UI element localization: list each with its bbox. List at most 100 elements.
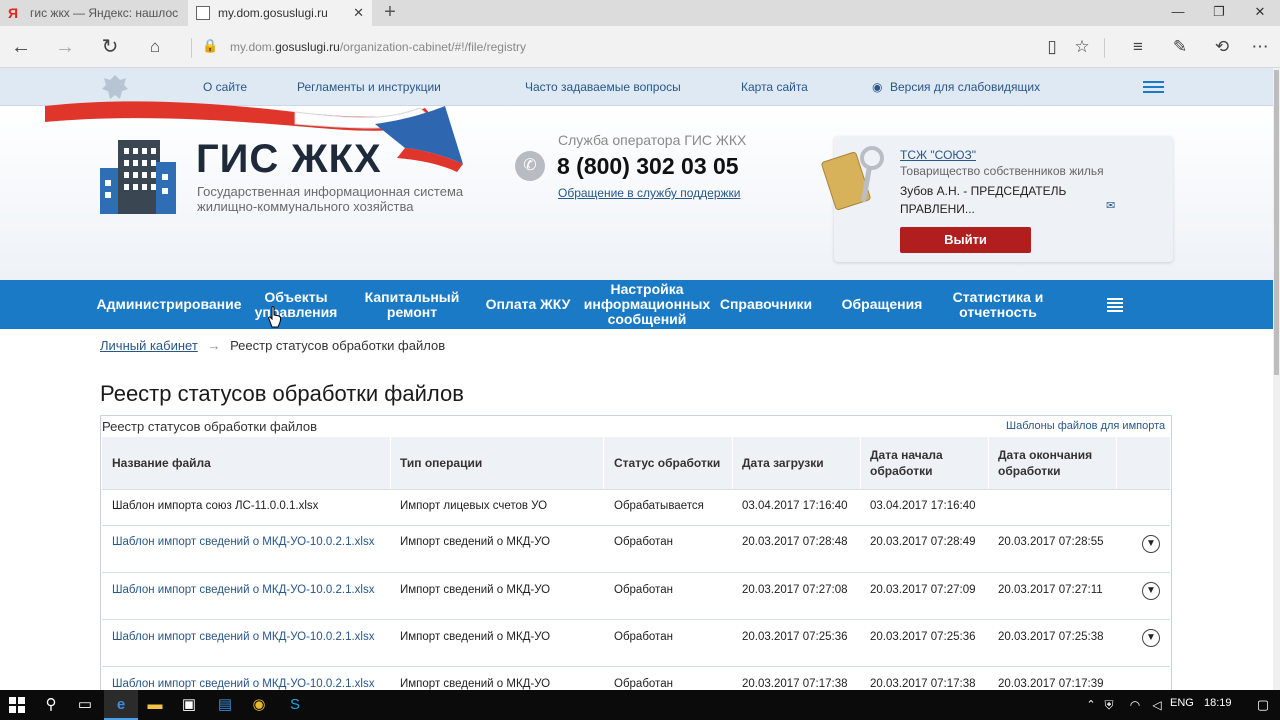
home-icon[interactable]: ⌂ (140, 34, 170, 60)
phone-icon: ✆ (515, 151, 545, 181)
yandex-icon: Я (8, 5, 19, 21)
edge-browser-icon[interactable]: e (104, 690, 138, 720)
browser-tab-gosuslugi[interactable]: my.dom.gosuslugi.ru ✕ (188, 0, 372, 26)
close-tab-icon[interactable]: ✕ (178, 5, 186, 21)
organization-type: Товарищество собственников жилья (900, 164, 1104, 178)
forward-icon[interactable]: → (50, 34, 80, 60)
mail-icon[interactable]: ✉ (1106, 199, 1115, 212)
hub-icon[interactable]: ≡ (1124, 35, 1152, 59)
coat-of-arms-icon (98, 71, 132, 103)
processing-status: Обработан (614, 678, 673, 690)
end-date: 20.03.2017 07:27:11 (998, 584, 1103, 596)
nav-directories[interactable]: Справочники (718, 280, 814, 329)
operation-type: Импорт сведений о МКД-УО (400, 584, 551, 596)
divider (860, 437, 861, 489)
nav-management-objects[interactable]: Объекты управления (252, 280, 340, 329)
file-name-link[interactable]: Шаблон импорт сведений о МКД-УО-10.0.2.1… (112, 584, 374, 596)
divider (603, 437, 604, 489)
restore-icon[interactable]: ❐ (1201, 0, 1237, 26)
skype-icon[interactable]: S (278, 690, 312, 720)
scrollbar-thumb[interactable] (1274, 70, 1279, 375)
upload-date: 20.03.2017 07:28:48 (742, 536, 848, 548)
column-header-file-name[interactable]: Название файла (112, 437, 382, 489)
close-tab-icon[interactable]: ✕ (343, 5, 364, 21)
back-icon[interactable]: ← (6, 34, 36, 60)
photos-icon[interactable]: ▤ (208, 690, 242, 720)
upload-date: 03.04.2017 17:16:40 (742, 500, 848, 512)
logo-title[interactable]: ГИС ЖКХ (196, 137, 382, 182)
service-title: Служба оператора ГИС ЖКХ (558, 132, 747, 148)
search-icon[interactable]: ⚲ (34, 690, 68, 720)
browser-tab-yandex[interactable]: Я гис жкх — Яндекс: нашлос ✕ (0, 0, 186, 26)
chevron-down-icon[interactable]: ▼ (1142, 535, 1160, 553)
minimize-icon[interactable]: — (1160, 0, 1196, 26)
volume-icon[interactable]: ◁ (1140, 690, 1174, 720)
close-window-icon[interactable]: ✕ (1242, 0, 1278, 26)
file-name: Шаблон импорта союз ЛС-11.0.0.1.xlsx (112, 500, 319, 512)
upload-date: 20.03.2017 07:25:36 (742, 631, 848, 643)
web-note-icon[interactable]: ✎ (1166, 35, 1194, 59)
logo-subtitle: Государственная информационная система ж… (197, 184, 464, 214)
eye-icon: ◉ (872, 80, 883, 94)
organization-name-link[interactable]: ТСЖ "СОЮЗ" (900, 148, 976, 162)
keys-icon (820, 142, 890, 212)
link-sitemap[interactable]: Карта сайта (741, 80, 808, 94)
new-tab-button[interactable]: + (378, 2, 402, 24)
divider (1116, 437, 1117, 489)
nav-appeals[interactable]: Обращения (836, 280, 928, 329)
keyboard-language[interactable]: ENG (1170, 697, 1194, 709)
nav-statistics-reports[interactable]: Статистика и отчетность (944, 280, 1052, 329)
column-header-start-date[interactable]: Дата начала обработки (870, 437, 982, 489)
breadcrumb-home-link[interactable]: Личный кабинет (100, 338, 198, 353)
service-phone: 8 (800) 302 03 05 (557, 153, 739, 179)
nav-capital-repair[interactable]: Капитальный ремонт (362, 280, 462, 329)
link-regulations[interactable]: Регламенты и инструкции (297, 80, 441, 94)
notifications-icon[interactable]: ▢ (1246, 690, 1280, 720)
favorite-star-icon[interactable]: ☆ (1068, 35, 1096, 59)
operation-type: Импорт сведений о МКД-УО (400, 678, 551, 690)
chevron-down-icon[interactable]: ▼ (1142, 629, 1160, 647)
upload-date: 20.03.2017 07:27:08 (742, 584, 848, 596)
import-templates-link[interactable]: Шаблоны файлов для импорта (1006, 420, 1165, 432)
task-view-icon[interactable]: ▭ (68, 690, 102, 720)
nav-message-settings[interactable]: Настройка информационных сообщений (584, 280, 710, 329)
file-explorer-icon[interactable]: ▬ (138, 690, 172, 720)
clock[interactable]: 18:19 (1204, 697, 1232, 709)
file-name-link[interactable]: Шаблон импорт сведений о МКД-УО-10.0.2.1… (112, 678, 374, 690)
support-request-link[interactable]: Обращение в службу поддержки (558, 186, 741, 200)
start-date: 03.04.2017 17:16:40 (870, 500, 976, 512)
column-header-end-date[interactable]: Дата окончания обработки (998, 437, 1110, 489)
column-header-operation[interactable]: Тип операции (400, 437, 600, 489)
file-name-link[interactable]: Шаблон импорт сведений о МКД-УО-10.0.2.1… (112, 536, 374, 548)
url-field[interactable]: my.dom.gosuslugi.ru/organization-cabinet… (230, 40, 526, 54)
start-date: 20.03.2017 07:28:49 (870, 536, 976, 548)
more-icon[interactable]: ⋯ (1246, 35, 1274, 59)
start-date: 20.03.2017 07:25:36 (870, 631, 976, 643)
chrome-icon[interactable]: ◉ (242, 690, 276, 720)
chevron-down-icon[interactable]: ▼ (1142, 582, 1160, 600)
nav-more-menu-icon[interactable] (1107, 297, 1123, 312)
link-faq[interactable]: Часто задаваемые вопросы (525, 80, 681, 94)
logout-button[interactable]: Выйти (900, 227, 1031, 253)
divider (1104, 38, 1105, 58)
refresh-icon[interactable]: ↻ (95, 34, 125, 60)
processing-status: Обработан (614, 536, 673, 548)
divider (191, 38, 192, 58)
share-icon[interactable]: ⟲ (1208, 35, 1236, 59)
menu-icon[interactable] (1143, 79, 1164, 93)
reading-view-icon[interactable]: ▯ (1038, 35, 1066, 59)
organization-person: Зубов А.Н. - ПРЕДСЕДАТЕЛЬ ПРАВЛЕНИ... (900, 184, 1067, 216)
link-about[interactable]: О сайте (203, 80, 247, 94)
column-header-status[interactable]: Статус обработки (614, 437, 730, 489)
operation-type: Импорт сведений о МКД-УО (400, 536, 551, 548)
column-header-upload-date[interactable]: Дата загрузки (742, 437, 860, 489)
nav-utility-payment[interactable]: Оплата ЖКУ (482, 280, 574, 329)
processing-status: Обработан (614, 584, 673, 596)
file-name-link[interactable]: Шаблон импорт сведений о МКД-УО-10.0.2.1… (112, 631, 374, 643)
link-accessible-version[interactable]: Версия для слабовидящих (890, 80, 1040, 94)
panel-title: Реестр статусов обработки файлов (102, 419, 318, 434)
windows-start-icon[interactable] (0, 690, 34, 720)
divider (390, 437, 391, 489)
store-icon[interactable]: ▣ (172, 690, 206, 720)
nav-administration[interactable]: Администрирование (97, 280, 242, 329)
